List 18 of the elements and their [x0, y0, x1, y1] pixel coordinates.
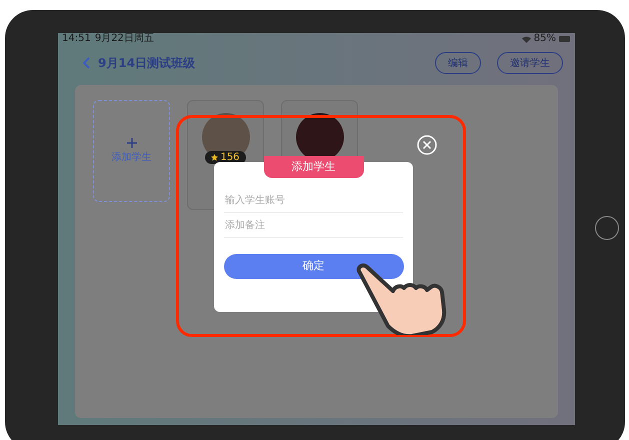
home-button[interactable]	[595, 216, 619, 240]
wifi-icon	[522, 36, 531, 42]
confirm-button[interactable]: 确定	[224, 254, 404, 279]
status-date: 9月22日周五	[94, 34, 154, 44]
plus-icon	[126, 138, 136, 148]
star-icon	[211, 154, 218, 161]
header-button[interactable]: 邀请学生	[497, 52, 563, 74]
close-icon[interactable]	[417, 135, 437, 155]
dialog-title-ribbon: 添加学生	[264, 156, 364, 178]
page-title: 9月14日测试班级	[98, 55, 196, 72]
add-student-label: 添加学生	[112, 150, 152, 164]
dialog-input-field[interactable]: 输入学生账号	[224, 188, 403, 213]
battery-level: 85%	[534, 34, 556, 44]
battery-icon	[559, 36, 571, 42]
header-button[interactable]: 编辑	[435, 52, 481, 74]
add-student-card[interactable]: 添加学生	[93, 100, 170, 202]
dialog-input-field[interactable]: 添加备注	[224, 213, 403, 238]
status-time: 14:51	[62, 34, 91, 44]
